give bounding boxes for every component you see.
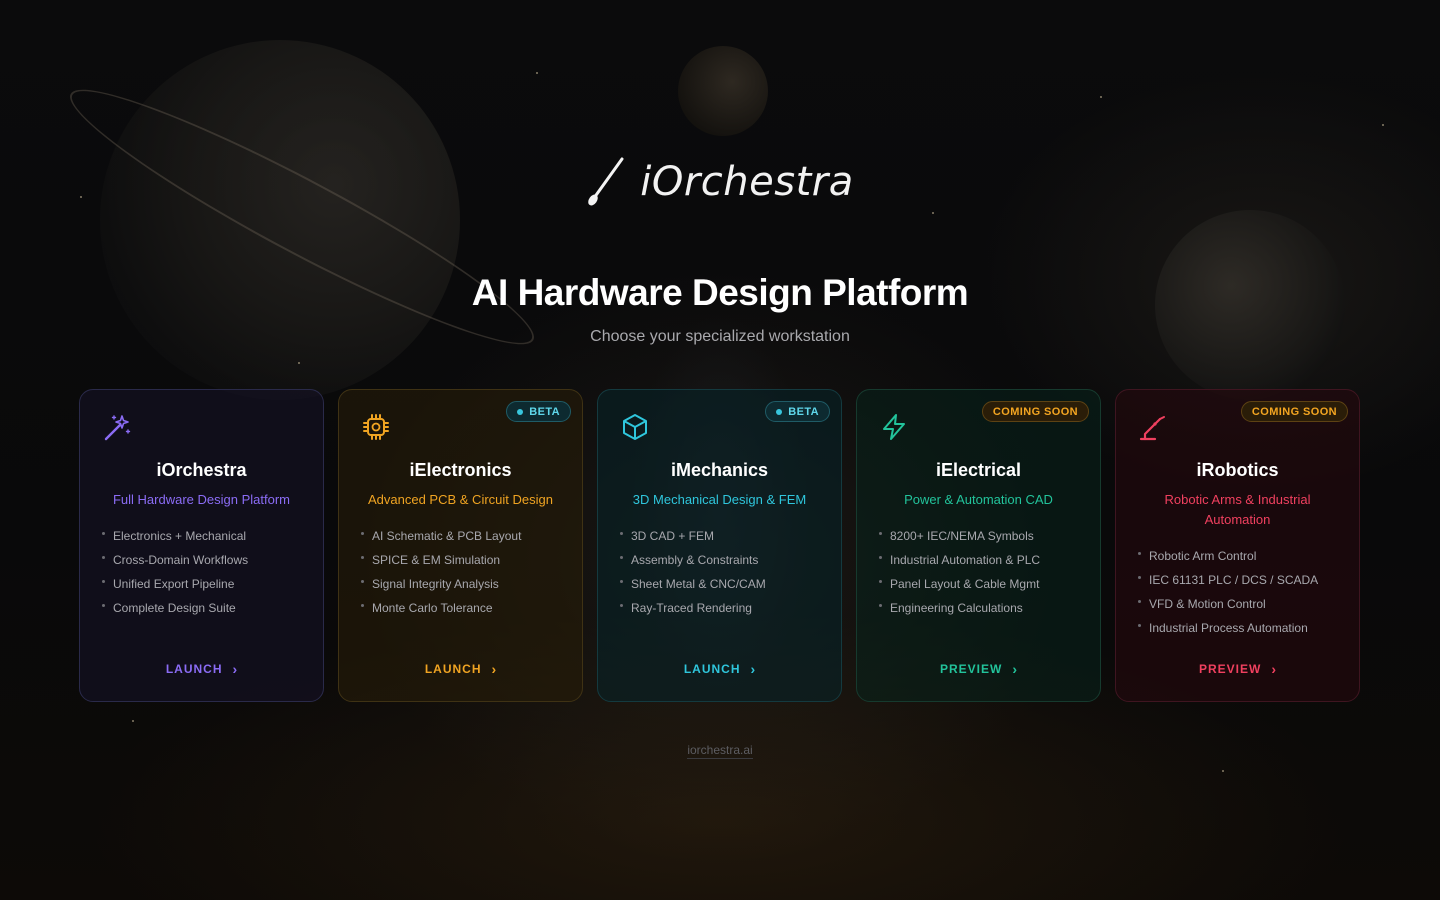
brand-logo: iOrchestra <box>0 156 1440 208</box>
status-dot <box>776 408 783 415</box>
card-title: iElectrical <box>935 460 1022 480</box>
card-ielectrical[interactable]: COMING SOON iElectrical Power & Automati… <box>856 389 1101 702</box>
feature-item: Monte Carlo Tolerance <box>361 596 561 620</box>
launch-button[interactable]: LAUNCH › <box>598 661 841 677</box>
preview-button[interactable]: PREVIEW › <box>1116 661 1359 677</box>
feature-item: Ray-Traced Rendering <box>620 596 820 620</box>
card-tagline: Advanced PCB & Circuit Design <box>368 492 553 507</box>
badge-label: COMING SOON <box>1251 405 1337 418</box>
feature-item: Sheet Metal & CNC/CAM <box>620 572 820 596</box>
feature-item: Industrial Process Automation <box>1138 616 1338 640</box>
launch-button[interactable]: LAUNCH › <box>80 661 323 677</box>
feature-list: 8200+ IEC/NEMA Symbols Industrial Automa… <box>879 524 1079 620</box>
robot-arm-icon <box>1139 416 1165 441</box>
feature-item: IEC 61131 PLC / DCS / SCADA <box>1138 568 1338 592</box>
coming-soon-badge: COMING SOON <box>1240 401 1348 422</box>
preview-button[interactable]: PREVIEW › <box>857 661 1100 677</box>
chevron-right-icon: › <box>1271 661 1276 677</box>
card-title: iOrchestra <box>156 460 247 480</box>
card-tagline: 3D Mechanical Design & FEM <box>632 492 807 507</box>
feature-item: Signal Integrity Analysis <box>361 572 561 596</box>
magic-wand-icon <box>104 415 131 441</box>
page-subtitle: Choose your specialized workstation <box>590 328 850 345</box>
badge-label: BETA <box>788 405 819 418</box>
workstation-cards: iOrchestra Full Hardware Design Platform… <box>79 389 1360 702</box>
chevron-right-icon: › <box>491 661 497 677</box>
card-tagline: Power & Automation CAD <box>904 492 1053 507</box>
feature-item: Robotic Arm Control <box>1138 544 1338 568</box>
feature-item: Industrial Automation & PLC <box>879 548 1079 572</box>
small-planet <box>678 46 768 136</box>
card-iorchestra[interactable]: iOrchestra Full Hardware Design Platform… <box>79 389 324 702</box>
cta-label: LAUNCH <box>683 662 741 676</box>
feature-item: Unified Export Pipeline <box>102 572 302 596</box>
chevron-right-icon: › <box>232 661 238 677</box>
feature-list: Robotic Arm Control IEC 61131 PLC / DCS … <box>1138 544 1338 640</box>
beta-badge: BETA <box>506 401 571 422</box>
feature-item: 3D CAD + FEM <box>620 524 820 548</box>
baton-icon <box>588 157 624 206</box>
badge-label: COMING SOON <box>992 405 1078 418</box>
card-irobotics[interactable]: COMING SOON iRobotics Robotic Arms & Ind… <box>1115 389 1360 702</box>
feature-item: VFD & Motion Control <box>1138 592 1338 616</box>
cube-icon <box>623 414 647 440</box>
chevron-right-icon: › <box>750 661 756 677</box>
cta-label: LAUNCH <box>165 662 223 676</box>
feature-list: 3D CAD + FEM Assembly & Constraints Shee… <box>620 524 820 620</box>
card-title: iElectronics <box>409 460 512 480</box>
feature-list: Electronics + Mechanical Cross-Domain Wo… <box>102 524 302 620</box>
feature-item: SPICE & EM Simulation <box>361 548 561 572</box>
launch-button[interactable]: LAUNCH › <box>339 661 582 677</box>
card-tagline: Full Hardware Design Platform <box>112 492 290 507</box>
website-link[interactable]: iorchestra.ai <box>687 743 753 759</box>
footer: iorchestra.ai <box>0 741 1440 759</box>
coming-soon-badge: COMING SOON <box>981 401 1089 422</box>
feature-item: Complete Design Suite <box>102 596 302 620</box>
status-dot <box>517 408 524 415</box>
feature-item: Electronics + Mechanical <box>102 524 302 548</box>
cta-label: PREVIEW <box>939 662 1003 676</box>
feature-item: Panel Layout & Cable Mgmt <box>879 572 1079 596</box>
feature-list: AI Schematic & PCB Layout SPICE & EM Sim… <box>361 524 561 620</box>
chevron-right-icon: › <box>1012 661 1017 677</box>
feature-item: AI Schematic & PCB Layout <box>361 524 561 548</box>
feature-item: Assembly & Constraints <box>620 548 820 572</box>
card-tagline: Robotic Arms & Industrial Automation <box>1164 492 1311 527</box>
brand-name: iOrchestra <box>640 159 854 205</box>
feature-item: Engineering Calculations <box>879 596 1079 620</box>
cta-label: LAUNCH <box>424 662 482 676</box>
badge-label: BETA <box>529 405 560 418</box>
feature-item: Cross-Domain Workflows <box>102 548 302 572</box>
card-ielectronics[interactable]: BETA iElectronics Advanced PCB & Circuit… <box>338 389 583 702</box>
page-title: AI Hardware Design Platform <box>471 272 969 313</box>
cta-label: PREVIEW <box>1198 662 1262 676</box>
card-title: iMechanics <box>670 460 769 480</box>
card-imechanics[interactable]: BETA iMechanics 3D Mechanical Design & F… <box>597 389 842 702</box>
chip-icon <box>363 414 389 440</box>
card-title: iRobotics <box>1196 460 1279 480</box>
lightning-icon <box>883 414 905 440</box>
feature-item: 8200+ IEC/NEMA Symbols <box>879 524 1079 548</box>
beta-badge: BETA <box>765 401 830 422</box>
